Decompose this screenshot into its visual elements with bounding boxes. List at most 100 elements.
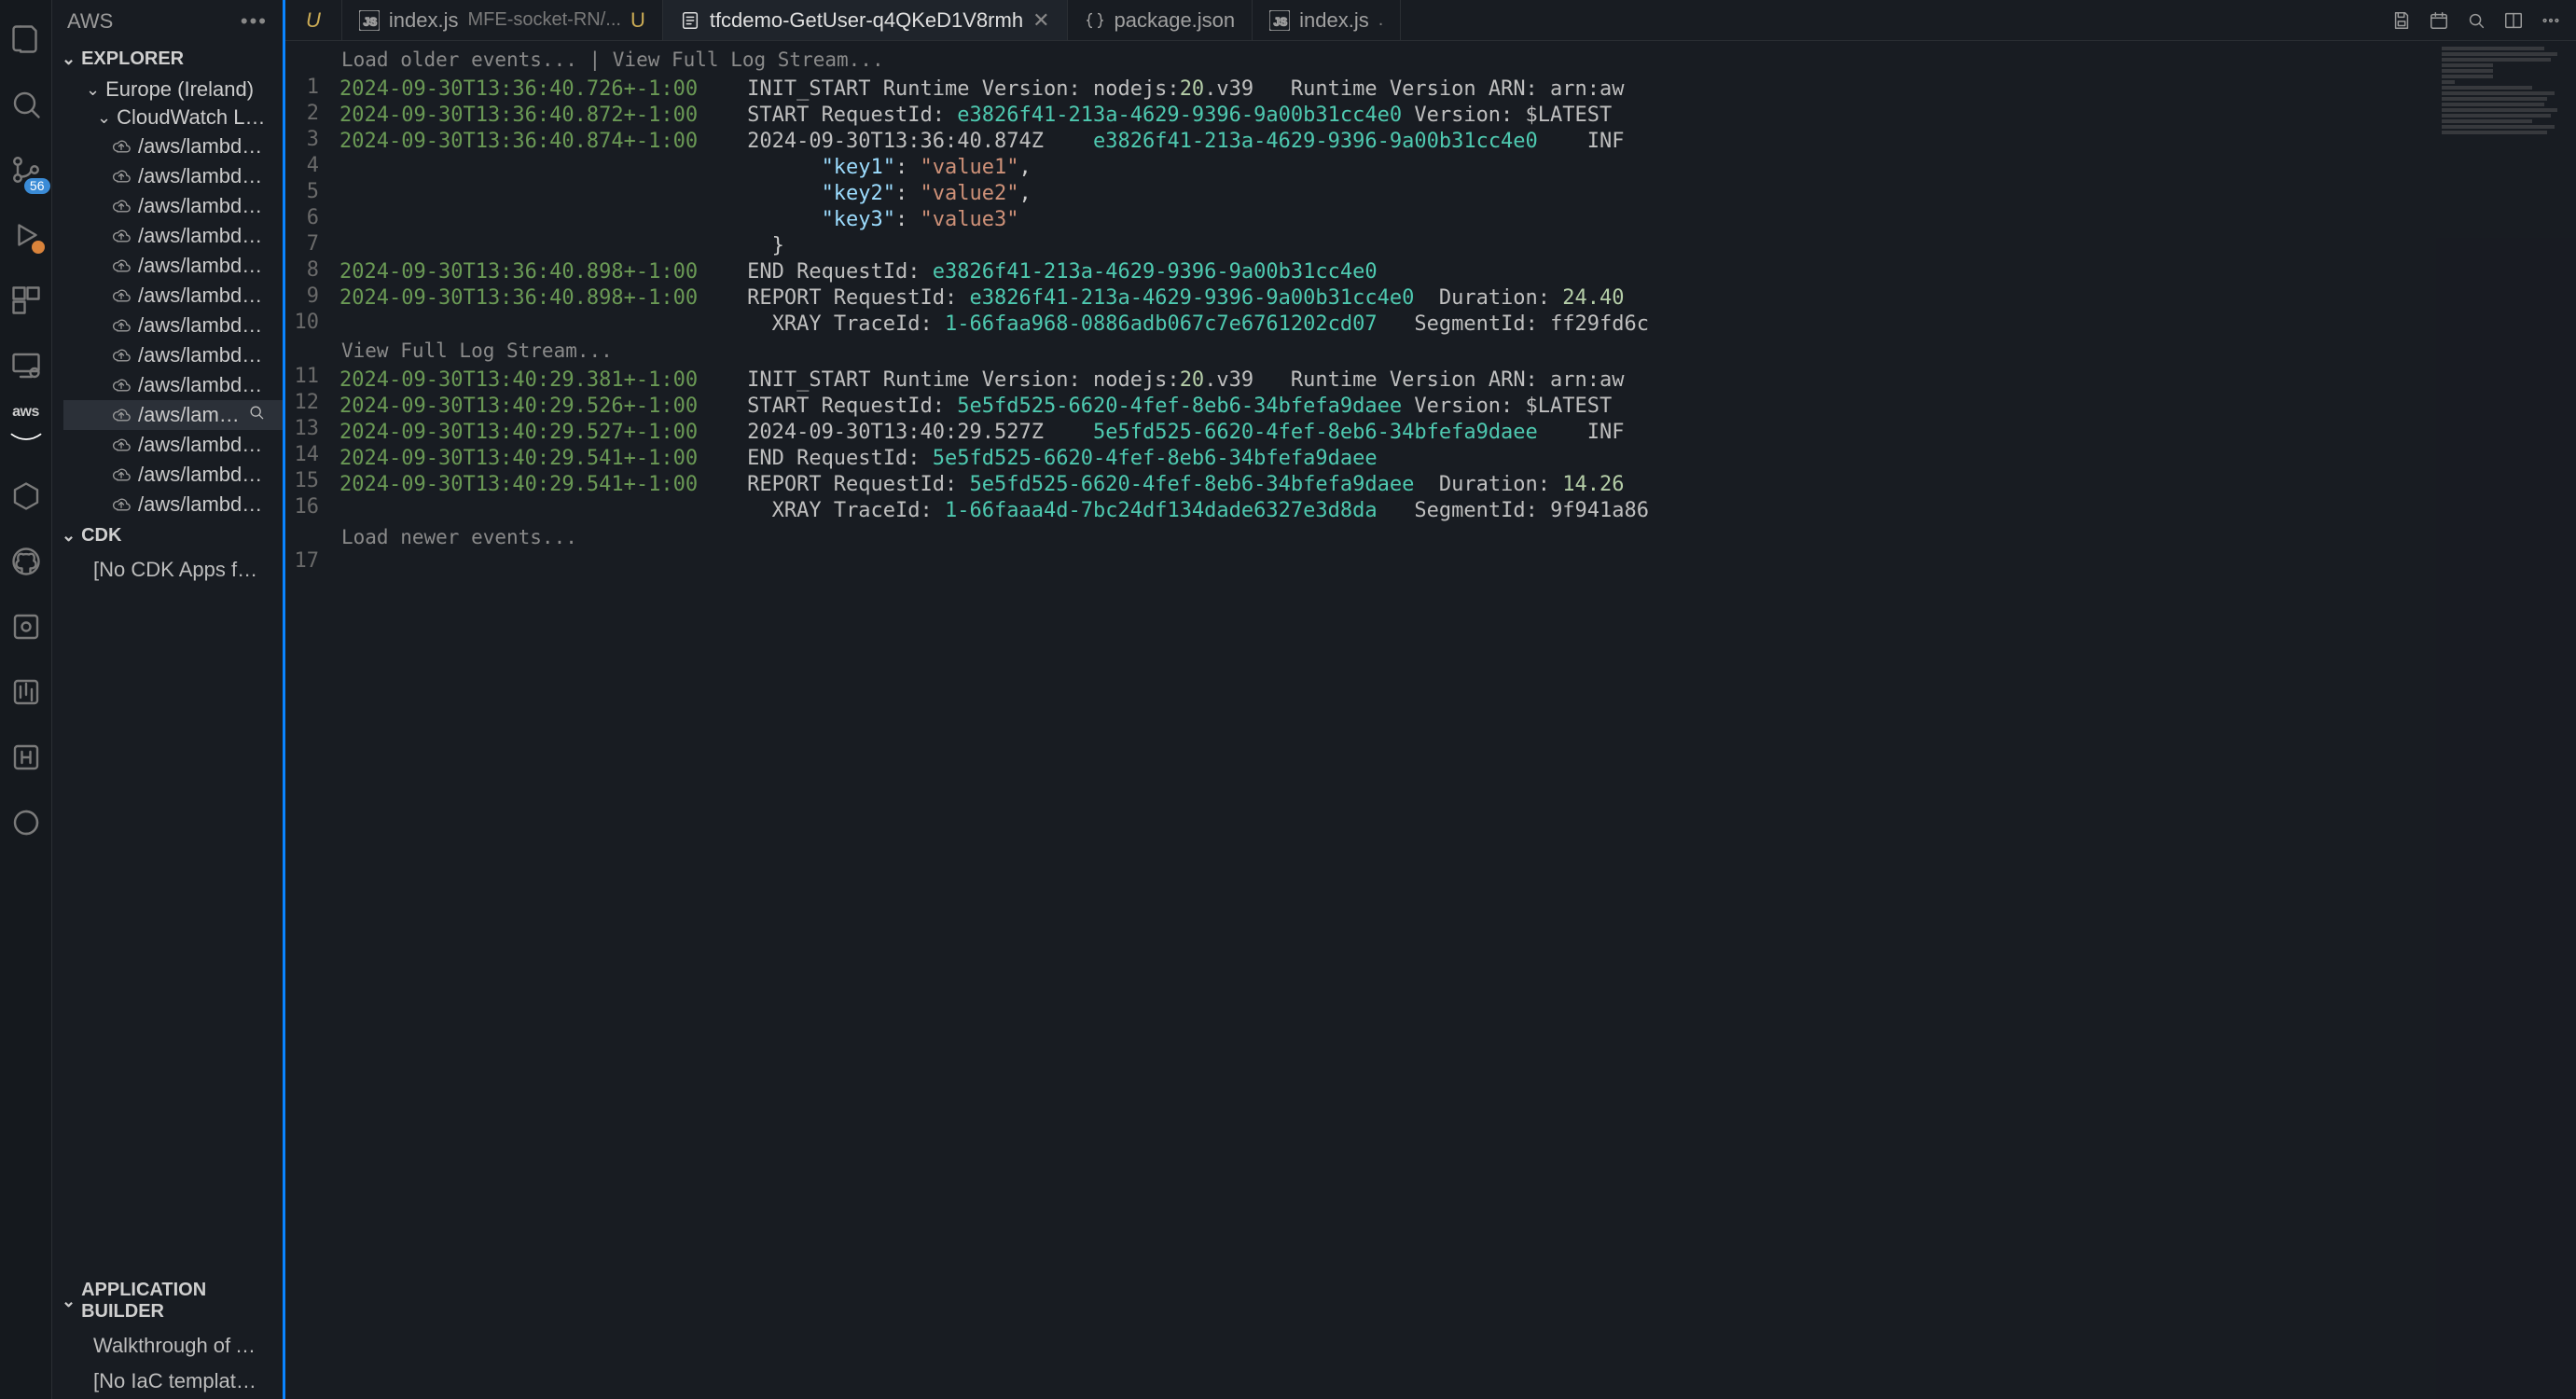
log-line[interactable]: "key2": "value2", bbox=[339, 181, 2576, 207]
tab-label: index.js bbox=[1299, 8, 1369, 33]
log-group-item[interactable]: /aws/lambda/Testc... bbox=[63, 221, 283, 251]
explorer-section-header[interactable]: ⌄ EXPLORER bbox=[52, 43, 283, 76]
log-file-icon bbox=[680, 10, 700, 31]
log-line[interactable]: XRAY TraceId: 1-66faa968-0886adb067c7e67… bbox=[339, 312, 2576, 338]
log-group-item[interactable]: /aws/lambda/test2-... bbox=[63, 191, 283, 221]
tab-label: package.json bbox=[1115, 8, 1236, 33]
explorer-activity-icon[interactable] bbox=[6, 19, 47, 60]
log-group-label: /aws/lambda/Testc... bbox=[138, 254, 273, 278]
log-group-label: /aws/lambda/zip-vs... bbox=[138, 492, 273, 517]
cloud-upload-icon bbox=[112, 167, 131, 186]
sidebar-more-icon[interactable]: ••• bbox=[241, 9, 268, 34]
log-group-item[interactable]: /aws/lambda/us-ea... bbox=[63, 460, 283, 490]
log-group-label: /aws/lambda/testco... bbox=[138, 313, 273, 338]
calendar-icon[interactable] bbox=[2429, 10, 2449, 31]
log-group-label: /aws/lambda/test-o... bbox=[138, 134, 273, 159]
log-line[interactable]: 2024-09-30T13:40:29.527+-1:00 2024-09-30… bbox=[339, 420, 2576, 446]
log-line[interactable]: 2024-09-30T13:36:40.898+-1:00 END Reques… bbox=[339, 259, 2576, 285]
cloud-upload-icon bbox=[112, 256, 131, 275]
terraform-activity-icon[interactable] bbox=[6, 672, 47, 713]
cloudwatch-node[interactable]: ⌄ CloudWatch Logs bbox=[63, 104, 283, 132]
cloud-upload-icon bbox=[112, 346, 131, 365]
log-line[interactable]: } bbox=[339, 233, 2576, 259]
log-line[interactable]: 2024-09-30T13:40:29.526+-1:00 START Requ… bbox=[339, 394, 2576, 420]
editor-body[interactable]: 1234567891011121314151617 Load older eve… bbox=[285, 41, 2576, 1399]
run-debug-activity-icon[interactable] bbox=[6, 215, 47, 256]
settings-gear-activity-icon[interactable] bbox=[6, 606, 47, 647]
log-line[interactable] bbox=[339, 554, 2576, 580]
extensions-activity-icon[interactable] bbox=[6, 280, 47, 321]
source-control-activity-icon[interactable]: 56 bbox=[6, 149, 47, 190]
log-group-item[interactable]: /aws/lambda/testco... bbox=[63, 311, 283, 340]
hashicorp-activity-icon[interactable] bbox=[6, 737, 47, 778]
sidebar-title-text: AWS bbox=[67, 9, 113, 34]
log-group-item[interactable]: /aws/lambda/tfc... bbox=[63, 400, 283, 430]
svg-text:JS: JS bbox=[1274, 15, 1288, 28]
log-line[interactable]: 2024-09-30T13:36:40.898+-1:00 REPORT Req… bbox=[339, 285, 2576, 312]
codelens-load-newer[interactable]: Load newer events... bbox=[339, 524, 2576, 554]
tab-label: index.js bbox=[389, 8, 459, 33]
log-line[interactable]: 2024-09-30T13:40:29.381+-1:00 INIT_START… bbox=[339, 367, 2576, 394]
tab-subpath: MFE-socket-RN/... bbox=[467, 9, 620, 31]
misc-activity-icon[interactable] bbox=[6, 802, 47, 843]
log-line[interactable]: 2024-09-30T13:36:40.874+-1:00 2024-09-30… bbox=[339, 129, 2576, 155]
region-label: Europe (Ireland) bbox=[105, 77, 273, 102]
log-group-item[interactable]: /aws/lambda/Testc... bbox=[63, 251, 283, 281]
app-builder-item[interactable]: Walkthrough of Applic... bbox=[52, 1328, 283, 1364]
app-builder-section-header[interactable]: ⌄ APPLICATION BUILDER bbox=[52, 1274, 283, 1328]
tab-subpath: . bbox=[1378, 9, 1384, 31]
log-line[interactable]: 2024-09-30T13:36:40.726+-1:00 INIT_START… bbox=[339, 76, 2576, 103]
log-line[interactable]: 2024-09-30T13:40:29.541+-1:00 REPORT Req… bbox=[339, 472, 2576, 498]
log-group-item[interactable]: /aws/lambda/zip-vs... bbox=[63, 490, 283, 519]
aws-activity-icon[interactable]: aws bbox=[6, 410, 47, 451]
github-activity-icon[interactable] bbox=[6, 541, 47, 582]
log-line[interactable]: "key1": "value1", bbox=[339, 155, 2576, 181]
editor-tab[interactable]: package.json bbox=[1068, 0, 1253, 40]
codelens-view-stream[interactable]: View Full Log Stream... bbox=[339, 338, 2576, 367]
log-line[interactable]: 2024-09-30T13:36:40.872+-1:00 START Requ… bbox=[339, 103, 2576, 129]
log-line[interactable]: XRAY TraceId: 1-66faaa4d-7bc24df134dade6… bbox=[339, 498, 2576, 524]
save-icon[interactable] bbox=[2391, 10, 2412, 31]
log-group-label: /aws/lambda/Testc... bbox=[138, 224, 273, 248]
split-editor-icon[interactable] bbox=[2503, 10, 2524, 31]
search-activity-icon[interactable] bbox=[6, 84, 47, 125]
editor-tab[interactable]: tfcdemo-GetUser-q4QKeD1V8rmh ✕ bbox=[663, 0, 1068, 40]
explorer-tree: ⌄ Europe (Ireland) ⌄ CloudWatch Logs /aw… bbox=[52, 76, 283, 519]
log-group-item[interactable]: /aws/lambda/test2-... bbox=[63, 161, 283, 191]
more-icon[interactable] bbox=[2541, 10, 2561, 31]
chevron-down-icon: ⌄ bbox=[62, 1292, 76, 1311]
app-builder-section-label: APPLICATION BUILDER bbox=[81, 1280, 273, 1323]
cloud-upload-icon bbox=[112, 465, 131, 484]
close-icon[interactable]: ✕ bbox=[1032, 8, 1049, 33]
log-line[interactable]: 2024-09-30T13:40:29.541+-1:00 END Reques… bbox=[339, 446, 2576, 472]
cdk-section-header[interactable]: ⌄ CDK bbox=[52, 519, 283, 552]
remote-activity-icon[interactable] bbox=[6, 345, 47, 386]
log-group-item[interactable]: /aws/lambda/unicre... bbox=[63, 430, 283, 460]
region-node[interactable]: ⌄ Europe (Ireland) bbox=[63, 76, 283, 104]
editor-area: U JSindex.jsMFE-socket-RN/...Utfcdemo-Ge… bbox=[285, 0, 2576, 1399]
explorer-section-label: EXPLORER bbox=[81, 48, 184, 70]
chevron-down-icon: ⌄ bbox=[86, 80, 100, 100]
cloud-upload-icon bbox=[112, 436, 131, 454]
log-group-item[interactable]: /aws/lambda/test-o... bbox=[63, 132, 283, 161]
unsaved-indicator-tab[interactable]: U bbox=[285, 0, 342, 40]
log-line[interactable]: "key3": "value3" bbox=[339, 207, 2576, 233]
cdk-section-label: CDK bbox=[81, 525, 121, 547]
search-icon[interactable] bbox=[247, 403, 273, 427]
js-file-icon: JS bbox=[1269, 10, 1290, 31]
log-group-item[interactable]: /aws/lambda/TFC-A... bbox=[63, 340, 283, 370]
tab-label: tfcdemo-GetUser-q4QKeD1V8rmh bbox=[710, 8, 1023, 33]
log-group-label: /aws/lambda/test2-... bbox=[138, 164, 273, 188]
log-group-item[interactable]: /aws/lambda/tfcde... bbox=[63, 370, 283, 400]
editor-tab[interactable]: JS index.js. bbox=[1253, 0, 1401, 40]
minimap[interactable] bbox=[2436, 41, 2576, 1399]
codelens-load-older[interactable]: Load older events... | View Full Log Str… bbox=[339, 47, 2576, 76]
code-content[interactable]: Load older events... | View Full Log Str… bbox=[339, 41, 2576, 1399]
scm-badge: 56 bbox=[24, 178, 50, 194]
editor-tab[interactable]: JSindex.jsMFE-socket-RN/...U bbox=[342, 0, 663, 40]
log-group-item[interactable]: /aws/lambda/Testc... bbox=[63, 281, 283, 311]
svg-text:JS: JS bbox=[363, 15, 377, 28]
app-builder-item: [No IaC templates fou... bbox=[52, 1364, 283, 1399]
hex-activity-icon[interactable] bbox=[6, 476, 47, 517]
search-icon[interactable] bbox=[2466, 10, 2486, 31]
